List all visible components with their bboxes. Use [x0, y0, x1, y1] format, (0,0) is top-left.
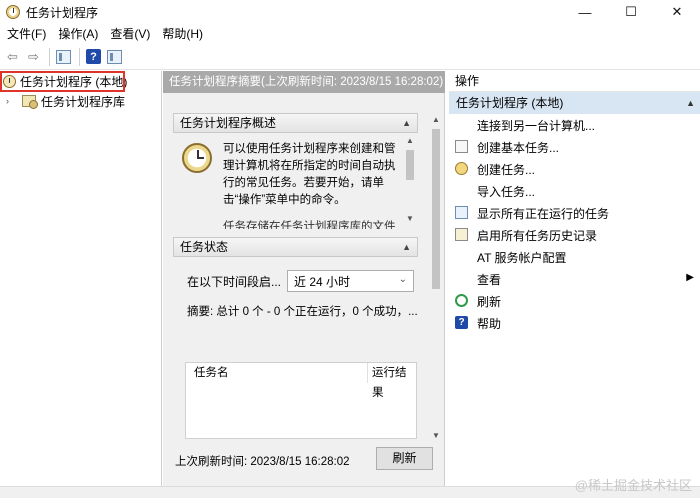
toolbar: ⇦ ⇨ ? — [0, 44, 700, 70]
help-icon: ? — [455, 316, 468, 329]
overview-body: 可以使用任务计划程序来创建和管理计算机将在所指定的时间自动执行的常见任务。若要开… — [173, 141, 418, 229]
action-label: 帮助 — [477, 316, 502, 331]
overview-text: 可以使用任务计划程序来创建和管理计算机将在所指定的时间自动执行的常见任务。若要开… — [223, 143, 396, 206]
section-title: 任务状态 — [180, 240, 229, 254]
action-label: 显示所有正在运行的任务 — [477, 206, 610, 221]
console-tree: 任务计划程序 (本地) › 任务计划程序库 — [0, 71, 162, 486]
collapse-icon[interactable]: ▲ — [686, 92, 695, 114]
menu-help[interactable]: 帮助(H) — [156, 24, 209, 44]
clock-icon — [3, 75, 16, 88]
action-label: 启用所有任务历史记录 — [477, 228, 598, 243]
section-title: 任务计划程序 (本地) — [456, 96, 564, 110]
column-header-run-result[interactable]: 运行结果 — [372, 363, 416, 399]
actions-title: 操作 — [449, 71, 700, 92]
action-create-task[interactable]: 创建任务... — [449, 158, 700, 180]
action-label: AT 服务帐户配置 — [477, 250, 567, 265]
history-icon — [455, 228, 468, 241]
action-pane-icon — [107, 49, 122, 64]
menu-view[interactable]: 查看(V) — [104, 24, 156, 44]
action-label: 创建任务... — [477, 162, 536, 177]
refresh-icon — [455, 294, 468, 307]
action-label: 刷新 — [477, 294, 502, 309]
scroll-down-icon[interactable]: ▼ — [429, 429, 443, 443]
overview-text-continued: 任务存储在任务计划程序库的文件 — [223, 221, 396, 229]
column-header-task-name[interactable]: 任务名 — [194, 363, 229, 383]
show-hide-action-pane-button[interactable] — [105, 47, 124, 66]
chevron-right-icon[interactable]: › — [6, 96, 16, 106]
list-icon — [455, 206, 468, 219]
toolbar-separator — [49, 47, 50, 66]
menu-action[interactable]: 操作(A) — [52, 24, 104, 44]
section-title: 任务计划程序概述 — [180, 116, 277, 130]
period-select[interactable]: 近 24 小时 ⌄ — [287, 270, 414, 292]
action-at-service-account[interactable]: AT 服务帐户配置 — [449, 246, 700, 268]
scroll-down-icon[interactable]: ▼ — [403, 212, 417, 226]
scroll-up-icon[interactable]: ▲ — [429, 113, 443, 127]
action-refresh[interactable]: 刷新 — [449, 290, 700, 312]
summary-scrollbar[interactable]: ▲ ▼ — [429, 113, 443, 443]
action-connect-computer[interactable]: 连接到另一台计算机... — [449, 114, 700, 136]
action-show-running-tasks[interactable]: 显示所有正在运行的任务 — [449, 202, 700, 224]
period-row: 在以下时间段启... 近 24 小时 ⌄ — [187, 269, 417, 293]
scroll-thumb[interactable] — [406, 150, 414, 180]
action-label: 导入任务... — [477, 184, 536, 199]
forward-arrow-icon[interactable]: ⇨ — [24, 47, 43, 66]
action-enable-task-history[interactable]: 启用所有任务历史记录 — [449, 224, 700, 246]
summary-header: 任务计划程序摘要(上次刷新时间: 2023/8/15 16:28:02) — [163, 71, 445, 93]
highlight-box — [0, 71, 125, 92]
folder-clock-icon — [22, 95, 38, 109]
task-icon — [455, 162, 468, 175]
action-help[interactable]: ? 帮助 — [449, 312, 700, 334]
tree-item-label: 任务计划程序库 — [41, 94, 126, 109]
title-bar: 任务计划程序 — ☐ ✕ — [0, 0, 700, 24]
document-icon — [455, 140, 468, 153]
show-hide-console-tree-button[interactable] — [54, 47, 73, 66]
summary-pane: 任务计划程序摘要(上次刷新时间: 2023/8/15 16:28:02) 任务计… — [163, 71, 445, 486]
maximize-button[interactable]: ☐ — [608, 0, 654, 24]
action-label: 查看 — [477, 272, 502, 287]
action-label: 连接到另一台计算机... — [477, 118, 596, 133]
status-section-header[interactable]: 任务状态 ▲ — [173, 237, 418, 257]
scroll-up-icon[interactable]: ▲ — [403, 134, 417, 148]
submenu-arrow-icon: ▶ — [686, 272, 694, 283]
tree-item-task-scheduler-library[interactable]: › 任务计划程序库 — [0, 92, 125, 110]
toolbar-separator — [79, 47, 80, 66]
refresh-button[interactable]: 刷新 — [376, 447, 433, 470]
actions-section-header[interactable]: 任务计划程序 (本地) ▲ — [449, 92, 700, 114]
console-tree-icon — [56, 49, 71, 64]
help-button[interactable]: ? — [84, 47, 103, 66]
chevron-down-icon: ⌄ — [398, 274, 407, 285]
collapse-icon[interactable]: ▲ — [402, 114, 411, 132]
period-value: 近 24 小时 — [294, 274, 351, 289]
clock-app-icon — [6, 5, 20, 19]
overview-section-header[interactable]: 任务计划程序概述 ▲ — [173, 113, 418, 133]
last-refresh-time: 上次刷新时间: 2023/8/15 16:28:02 — [175, 456, 350, 468]
minimize-button[interactable]: — — [562, 0, 608, 24]
clock-icon — [182, 143, 212, 173]
overview-scrollbar[interactable]: ▲ ▼ — [403, 134, 417, 226]
window-title: 任务计划程序 — [26, 5, 99, 20]
collapse-icon[interactable]: ▲ — [402, 238, 411, 256]
action-create-basic-task[interactable]: 创建基本任务... — [449, 136, 700, 158]
action-import-task[interactable]: 导入任务... — [449, 180, 700, 202]
close-button[interactable]: ✕ — [654, 0, 700, 24]
menu-bar: 文件(F) 操作(A) 查看(V) 帮助(H) — [0, 24, 700, 44]
scroll-thumb[interactable] — [432, 129, 440, 289]
column-divider[interactable] — [367, 363, 368, 383]
window-controls: — ☐ ✕ — [562, 0, 700, 24]
action-view[interactable]: 查看 ▶ — [449, 268, 700, 290]
status-summary: 摘要: 总计 0 个 - 0 个正在运行，0 个成功，... — [187, 306, 417, 318]
watermark: @稀土掘金技术社区 — [574, 478, 692, 493]
tree-item-task-scheduler-local[interactable]: 任务计划程序 (本地) — [0, 71, 160, 92]
actions-pane: 操作 任务计划程序 (本地) ▲ 连接到另一台计算机... 创建基本任务... … — [449, 71, 700, 486]
menu-file[interactable]: 文件(F) — [0, 24, 52, 44]
help-icon: ? — [86, 49, 101, 64]
task-status-table[interactable]: 任务名 运行结果 — [185, 362, 417, 439]
back-arrow-icon[interactable]: ⇦ — [3, 47, 22, 66]
action-label: 创建基本任务... — [477, 140, 560, 155]
period-label: 在以下时间段启... — [187, 274, 282, 289]
